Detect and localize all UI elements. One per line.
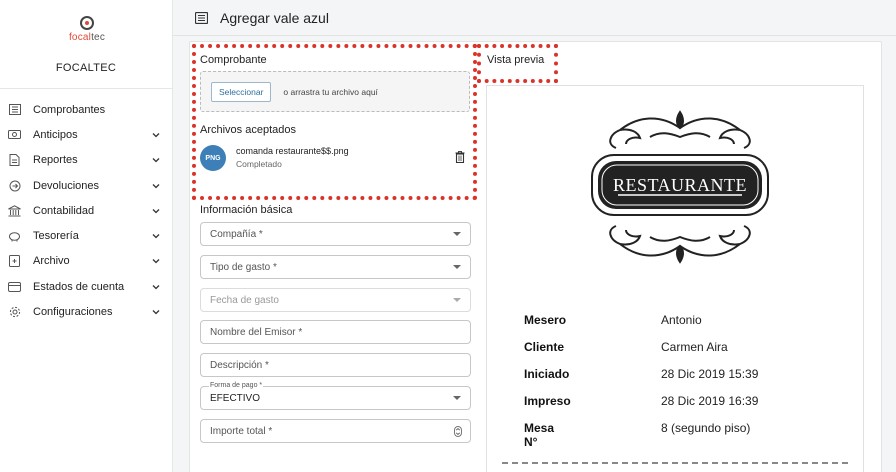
receipt-key: Mesa N° — [524, 421, 555, 449]
total-amount-input[interactable]: Importe total * — [200, 419, 471, 443]
sidebar-item-label: Anticipos — [33, 128, 78, 141]
refund-icon — [8, 180, 21, 192]
sidebar-item-configuraciones[interactable]: Configuraciones — [0, 299, 172, 324]
sidebar-item-label: Archivo — [33, 255, 70, 268]
issuer-name-input[interactable]: Nombre del Emisor * — [200, 320, 471, 344]
caret-down-icon — [453, 396, 461, 400]
caret-down-icon — [453, 265, 461, 269]
restaurant-logo-image: RESTAURANTE — [591, 110, 769, 264]
sidebar-item-archivo[interactable]: Archivo — [0, 249, 172, 274]
receipt-key: Mesero — [524, 313, 567, 327]
chevron-down-icon — [152, 284, 160, 290]
expense-type-select[interactable]: Tipo de gasto * — [200, 255, 471, 279]
company-name: FOCALTEC — [55, 62, 117, 74]
sidebar-item-anticipos[interactable]: Anticipos — [0, 122, 172, 147]
sidebar-item-reportes[interactable]: Reportes — [0, 148, 172, 173]
bank-icon — [8, 205, 21, 217]
sidebar-nav: Comprobantes Anticipos Reportes Devoluci… — [0, 97, 172, 325]
gear-icon — [8, 306, 21, 318]
total-amount-input-label: Importe total * — [210, 425, 273, 437]
sidebar-item-label: Comprobantes — [33, 103, 106, 116]
app-logo[interactable]: focaltec — [62, 16, 112, 43]
chevron-down-icon — [152, 132, 160, 138]
preview-title-highlight-box — [477, 44, 558, 83]
archive-icon — [8, 255, 21, 268]
number-stepper-icon[interactable] — [454, 425, 462, 437]
sidebar-item-label: Contabilidad — [33, 204, 95, 217]
payment-method-select[interactable]: Forma de pago * EFECTIVO — [200, 382, 471, 410]
caret-down-icon — [453, 232, 461, 236]
receipt-key: Impreso — [524, 394, 571, 408]
expense-type-select-label: Tipo de gasto * — [210, 261, 277, 273]
receipt-key: Iniciado — [524, 367, 570, 381]
sidebar-item-label: Estados de cuenta — [33, 280, 125, 293]
document-list-icon — [195, 11, 208, 24]
sidebar-item-label: Configuraciones — [33, 306, 113, 319]
receipt-value: 8 (segundo piso) — [661, 421, 751, 435]
sidebar-item-contabilidad[interactable]: Contabilidad — [0, 198, 172, 223]
chevron-down-icon — [152, 158, 160, 163]
payment-method-label: Forma de pago * — [209, 382, 264, 389]
receipt-value: 28 Dic 2019 16:39 — [661, 394, 759, 408]
expense-date-select-label: Fecha de gasto — [210, 294, 279, 306]
upload-highlight-box — [192, 44, 477, 200]
basic-info-title: Información básica — [200, 204, 293, 216]
expense-date-select[interactable]: Fecha de gasto — [200, 288, 471, 312]
restaurant-logo-text: RESTAURANTE — [613, 175, 747, 195]
sidebar: focaltec FOCALTEC Comprobantes Anticipos… — [0, 0, 173, 472]
chevron-down-icon — [152, 208, 160, 214]
receipt-value: 28 Dic 2019 15:39 — [661, 367, 759, 381]
chevron-down-icon — [152, 234, 160, 239]
piggy-bank-icon — [8, 231, 21, 242]
logo-mark-icon — [80, 16, 94, 30]
sidebar-item-devoluciones[interactable]: Devoluciones — [0, 173, 172, 198]
sidebar-item-comprobantes[interactable]: Comprobantes — [0, 97, 172, 122]
chevron-down-icon — [152, 310, 160, 315]
chevron-down-icon — [152, 183, 160, 188]
caret-down-icon — [453, 298, 461, 302]
issuer-name-input-label: Nombre del Emisor * — [210, 326, 303, 338]
page-header: Agregar vale azul — [173, 0, 896, 36]
receipt-value: Antonio — [661, 313, 702, 327]
sidebar-item-tesoreria[interactable]: Tesorería — [0, 223, 172, 248]
money-icon — [8, 129, 21, 140]
account-statement-icon — [8, 281, 21, 292]
receipt-key: Cliente — [524, 340, 565, 354]
page-title: Agregar vale azul — [220, 9, 329, 26]
sidebar-item-label: Devoluciones — [33, 179, 100, 192]
document-list-icon — [8, 104, 21, 116]
sidebar-item-label: Reportes — [33, 154, 78, 167]
sidebar-divider — [0, 88, 172, 89]
description-input[interactable]: Descripción * — [200, 353, 471, 377]
sidebar-item-estados-de-cuenta[interactable]: Estados de cuenta — [0, 274, 172, 299]
receipt-divider — [502, 462, 848, 464]
logo-text: focaltec — [68, 32, 106, 43]
receipt-value: Carmen Aira — [661, 340, 728, 354]
description-input-label: Descripción * — [210, 359, 269, 371]
company-select[interactable]: Compañía * — [200, 222, 471, 246]
payment-method-value: EFECTIVO — [210, 392, 261, 404]
report-icon — [8, 154, 21, 167]
company-select-label: Compañía * — [210, 228, 263, 240]
sidebar-item-label: Tesorería — [33, 230, 79, 243]
chevron-down-icon — [152, 259, 160, 264]
